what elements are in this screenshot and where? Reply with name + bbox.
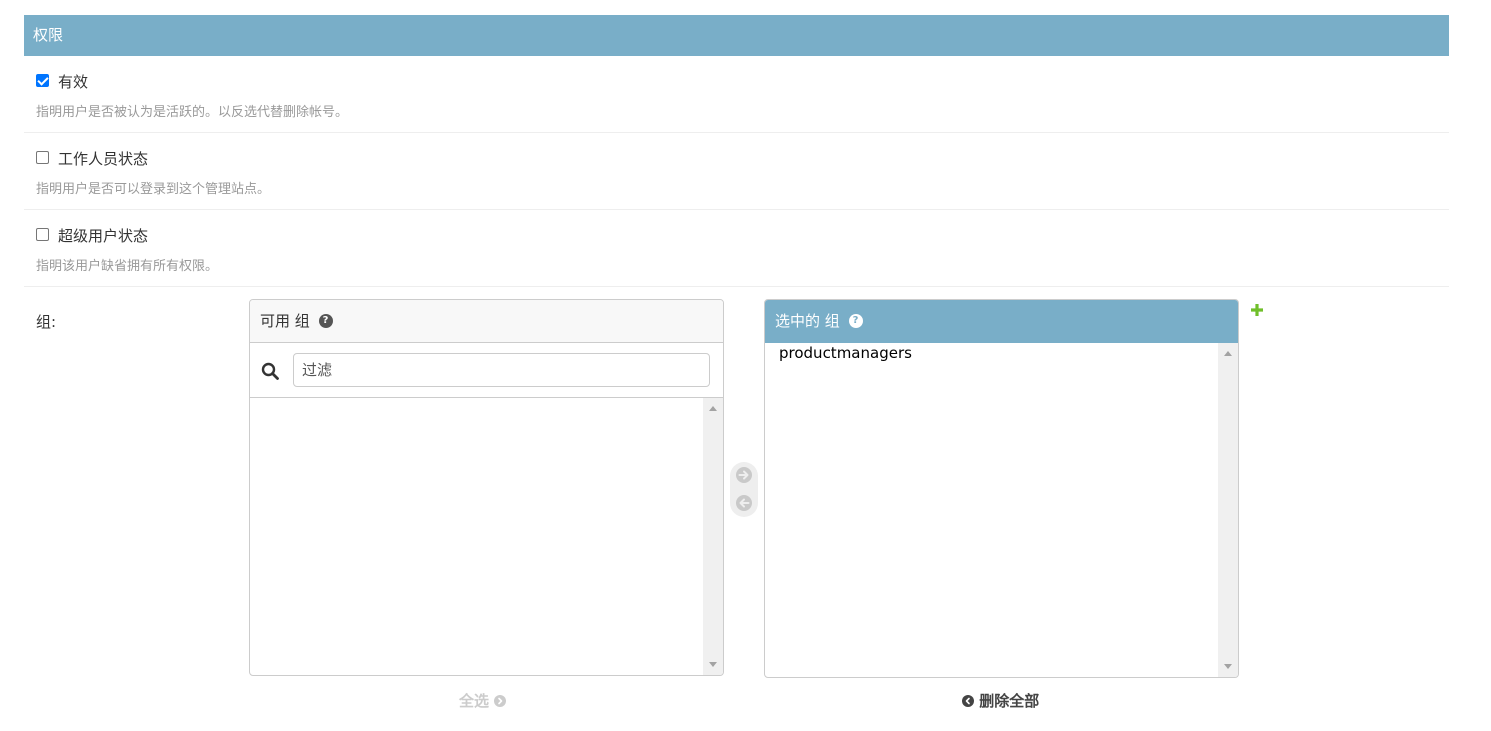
select-all-button[interactable]: 全选 xyxy=(459,690,507,711)
chevron-left-circle-icon xyxy=(962,694,974,707)
fieldset-header: 权限 xyxy=(24,15,1449,56)
staff-status-help-text: 指明用户是否可以登录到这个管理站点。 xyxy=(36,182,271,197)
scroll-up-arrow-icon[interactable] xyxy=(1224,351,1232,356)
plus-icon[interactable] xyxy=(1250,303,1264,317)
selector-chooser xyxy=(730,462,758,517)
fieldset-title: 权限 xyxy=(33,26,64,44)
chosen-groups-title: 选中的 组 xyxy=(775,312,840,330)
superuser-status-label[interactable]: 超级用户状态 xyxy=(58,225,148,246)
field-row-staff: 工作人员状态 指明用户是否可以登录到这个管理站点。 xyxy=(24,133,1449,210)
chosen-groups-list[interactable]: productmanagers xyxy=(765,343,1238,677)
active-help-text: 指明用户是否被认为是活跃的。以反选代替删除帐号。 xyxy=(36,105,349,120)
remove-all-button[interactable]: 删除全部 xyxy=(962,690,1039,711)
list-item[interactable]: productmanagers xyxy=(779,344,912,362)
superuser-status-help-text: 指明该用户缺省拥有所有权限。 xyxy=(36,259,219,274)
search-icon xyxy=(261,362,279,380)
select-all-label: 全选 xyxy=(459,692,490,710)
staff-status-label[interactable]: 工作人员状态 xyxy=(58,148,148,169)
field-row-active: 有效 指明用户是否被认为是活跃的。以反选代替删除帐号。 xyxy=(24,56,1449,133)
available-list-scrollbar[interactable] xyxy=(703,398,723,675)
scroll-up-arrow-icon[interactable] xyxy=(709,406,717,411)
superuser-status-checkbox[interactable] xyxy=(36,228,49,241)
active-label[interactable]: 有效 xyxy=(58,71,88,92)
field-row-superuser: 超级用户状态 指明该用户缺省拥有所有权限。 xyxy=(24,210,1449,287)
active-checkbox[interactable] xyxy=(36,74,49,87)
scroll-down-arrow-icon[interactable] xyxy=(1224,664,1232,669)
remove-all-label: 删除全部 xyxy=(979,692,1040,710)
question-icon[interactable]: ? xyxy=(848,313,863,328)
chosen-groups-header: 选中的 组 ? xyxy=(765,300,1238,343)
chosen-list-scrollbar[interactable] xyxy=(1218,343,1238,677)
available-groups-box: 可用 组 ? xyxy=(249,299,724,676)
arrow-left-circle-icon[interactable] xyxy=(735,494,753,512)
filter-input[interactable] xyxy=(293,353,710,387)
chevron-right-circle-icon xyxy=(494,694,507,707)
question-icon[interactable]: ? xyxy=(318,313,333,328)
available-groups-title: 可用 组 xyxy=(260,312,310,330)
arrow-right-circle-icon[interactable] xyxy=(735,466,753,484)
chosen-groups-box: 选中的 组 ? productmanagers xyxy=(764,299,1239,678)
scroll-down-arrow-icon[interactable] xyxy=(709,662,717,667)
groups-label: 组: xyxy=(36,313,57,331)
filter-row xyxy=(250,343,723,398)
available-groups-list[interactable] xyxy=(250,398,723,675)
staff-status-checkbox[interactable] xyxy=(36,151,49,164)
available-groups-header: 可用 组 ? xyxy=(250,300,723,343)
